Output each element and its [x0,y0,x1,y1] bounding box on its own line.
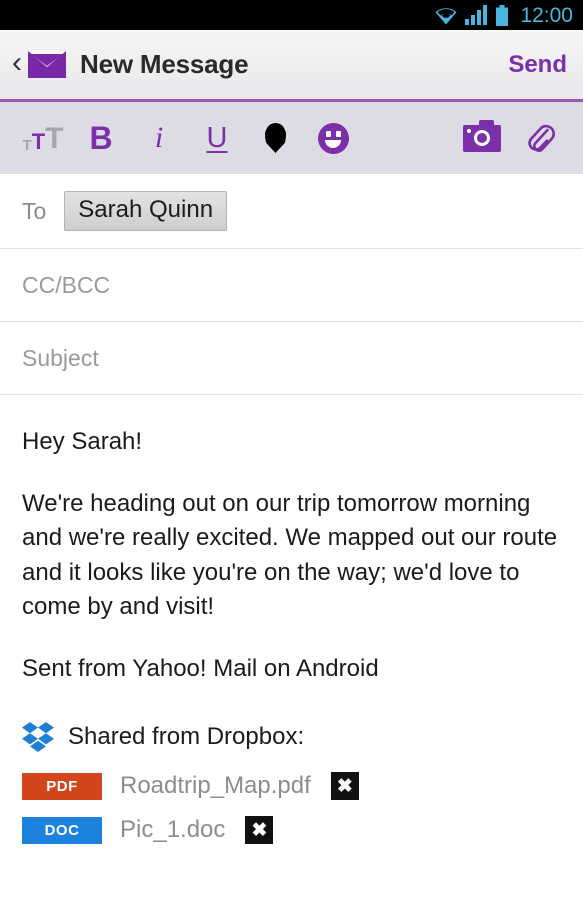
camera-icon [463,119,501,152]
attachment-row: PDF Roadtrip_Map.pdf ✖ [22,772,561,801]
message-body[interactable]: Hey Sarah! We're heading out on our trip… [0,395,583,686]
subject-placeholder: Subject [22,344,99,371]
dropbox-logo-icon [22,722,54,753]
underline-icon: U [206,121,228,154]
dropbox-header: Shared from Dropbox: [22,722,561,753]
italic-button[interactable]: i [130,102,188,174]
app-header: ‹ New Message Send [0,30,583,102]
attachment-paperclip-icon [528,124,555,152]
bold-button[interactable]: B [72,102,130,174]
to-field-row[interactable]: To Sarah Quinn [0,174,583,249]
signal-strength-icon [465,5,488,25]
font-size-button[interactable]: T T T [14,102,72,174]
camera-lens [474,130,490,146]
emoji-eye-left [325,130,331,137]
attachment-button[interactable] [511,102,569,174]
file-type-badge-pdf: PDF [22,772,102,800]
dropbox-title: Shared from Dropbox: [68,723,305,751]
attachment-file-name[interactable]: Roadtrip_Map.pdf [120,772,311,800]
italic-icon: i [154,121,164,154]
battery-icon [496,4,509,26]
font-size-icon: T T T [23,123,64,153]
status-bar-icons: 12:00 [433,3,573,27]
text-color-button[interactable] [246,102,304,174]
camera-button[interactable] [453,102,511,174]
font-size-small-glyph: T [22,136,32,154]
underline-button[interactable]: U [188,102,246,174]
remove-attachment-button[interactable]: ✖ [330,772,359,801]
camera-flash-dot [467,128,471,133]
attachment-file-name[interactable]: Pic_1.doc [120,816,225,844]
body-paragraph-signature: Sent from Yahoo! Mail on Android [22,654,379,682]
send-button[interactable]: Send [508,51,567,79]
body-paragraph-main: We're heading out on our trip tomorrow m… [22,489,558,621]
file-type-badge-doc: DOC [22,816,102,844]
emoji-mouth [325,139,341,148]
emoji-icon [317,122,349,154]
status-bar-clock: 12:00 [520,3,573,27]
formatting-toolbar: T T T B i U [0,102,583,174]
wifi-icon [435,8,457,25]
recipient-chip[interactable]: Sarah Quinn [64,190,228,232]
attachment-row: DOC Pic_1.doc ✖ [22,816,561,845]
cc-bcc-field-row[interactable]: CC/BCC [0,249,583,322]
subject-field-row[interactable]: Subject [0,322,583,395]
font-size-medium-glyph: T [31,129,46,155]
cc-bcc-placeholder: CC/BCC [22,271,111,298]
to-field-label: To [22,197,47,224]
font-size-large-glyph: T [45,121,64,155]
remove-attachment-button[interactable]: ✖ [245,816,274,845]
emoji-eye-right [335,130,341,137]
dropbox-attachment-section: Shared from Dropbox: PDF Roadtrip_Map.pd… [0,686,583,845]
emoji-button[interactable] [304,102,362,174]
status-bar: 12:00 [0,0,583,30]
page-title: New Message [80,49,249,79]
body-paragraph-greeting: Hey Sarah! [22,428,143,455]
text-color-drop-icon [265,123,286,153]
bold-icon: B [89,120,113,156]
envelope-icon [28,51,66,78]
back-button[interactable]: ‹ [10,47,28,82]
